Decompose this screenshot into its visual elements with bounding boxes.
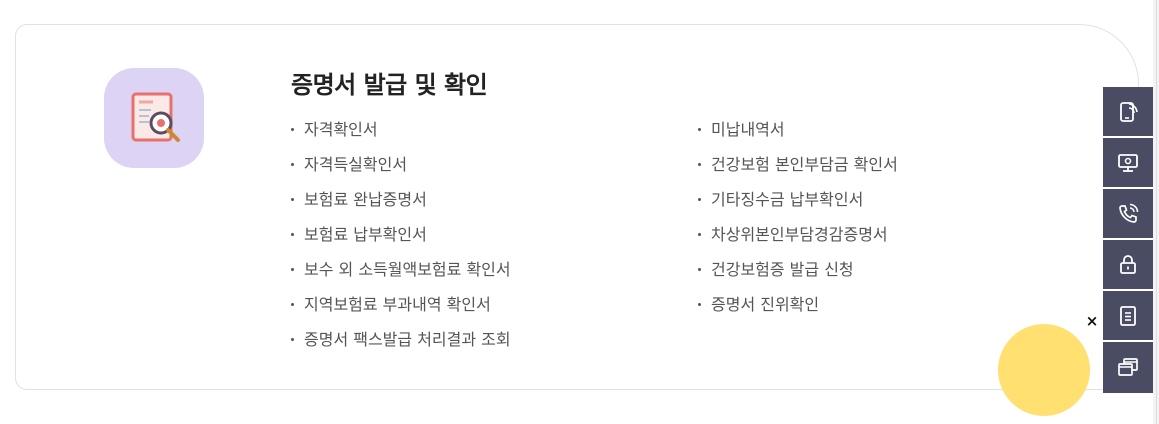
close-button[interactable]: ×	[1084, 312, 1100, 330]
list-item[interactable]: 차상위본인부담경감증명서	[696, 223, 1076, 258]
quick-button-phone[interactable]	[1103, 189, 1153, 238]
quick-button-monitor[interactable]	[1103, 138, 1153, 187]
monitor-icon	[1118, 153, 1138, 172]
quick-button-lock[interactable]	[1103, 240, 1153, 289]
certificate-list-right: 미납내역서 건강보험 본인부담금 확인서 기타징수금 납부확인서 차상위본인부담…	[696, 118, 1076, 328]
list-item[interactable]: 건강보험증 발급 신청	[696, 258, 1076, 293]
list-item[interactable]: 건강보험 본인부담금 확인서	[696, 153, 1076, 188]
list-item[interactable]: 증명서 팩스발급 처리결과 조회	[289, 328, 669, 363]
quick-button-document[interactable]	[1103, 291, 1153, 340]
list-item[interactable]: 증명서 진위확인	[696, 293, 1076, 328]
list-item[interactable]: 보수 외 소득월액보험료 확인서	[289, 258, 669, 293]
quick-button-windows[interactable]	[1103, 342, 1153, 391]
quick-menu-bar	[1103, 87, 1153, 393]
certificate-card: 증명서 발급 및 확인 자격확인서 자격득실확인서 보험료 완납증명서 보험료 …	[15, 24, 1139, 390]
list-item[interactable]: 보험료 완납증명서	[289, 188, 669, 223]
windows-icon	[1118, 357, 1138, 376]
card-title: 증명서 발급 및 확인	[291, 71, 488, 99]
scrollbar-edge	[1156, 0, 1157, 424]
lock-icon	[1120, 254, 1136, 274]
certificate-list-left: 자격확인서 자격득실확인서 보험료 완납증명서 보험료 납부확인서 보수 외 소…	[289, 118, 669, 363]
phone-call-icon	[1119, 203, 1139, 223]
list-item[interactable]: 보험료 납부확인서	[289, 223, 669, 258]
floating-circle-button[interactable]	[998, 324, 1090, 416]
list-item[interactable]: 지역보험료 부과내역 확인서	[289, 293, 669, 328]
list-item[interactable]: 자격확인서	[289, 118, 669, 153]
quick-button-mobile[interactable]	[1103, 87, 1153, 136]
document-icon	[1120, 305, 1136, 326]
mobile-app-icon	[1120, 101, 1138, 122]
list-item[interactable]: 자격득실확인서	[289, 153, 669, 188]
list-item[interactable]: 기타징수금 납부확인서	[696, 188, 1076, 223]
document-search-icon	[104, 68, 204, 168]
list-item[interactable]: 미납내역서	[696, 118, 1076, 153]
